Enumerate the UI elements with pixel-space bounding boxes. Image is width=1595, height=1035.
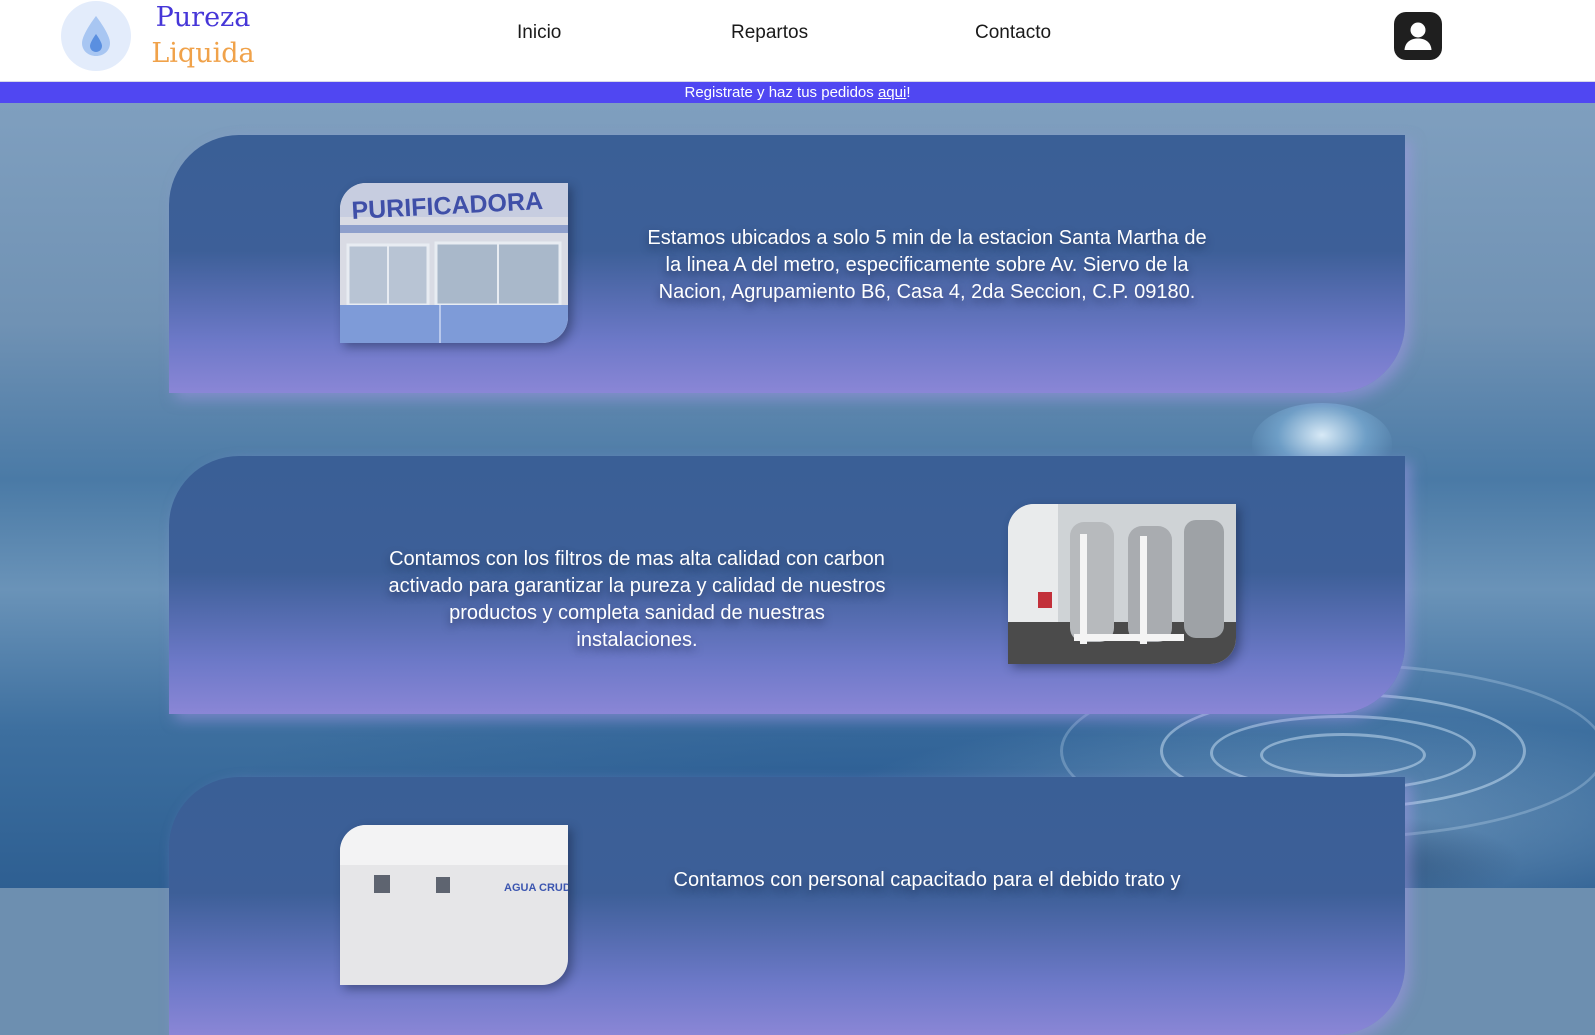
brand-name[interactable]: Pureza Liquida: [148, 0, 258, 72]
info-card-location: PURIFICADORA Estamos ubicados a solo 5 m…: [169, 135, 1405, 393]
card-description: Contamos con personal capacitado para el…: [673, 869, 1181, 891]
storefront-photo: PURIFICADORA: [340, 183, 568, 343]
brand-name-line1: Pureza: [155, 2, 251, 33]
announcement-text: Registrate y haz tus pedidos: [684, 84, 878, 101]
nav-link-contacto[interactable]: Contacto: [975, 22, 1051, 44]
user-account-button[interactable]: [1394, 12, 1442, 60]
card-description: Contamos con los filtros de mas alta cal…: [388, 548, 886, 651]
nav-link-inicio[interactable]: Inicio: [517, 22, 561, 44]
site-header: Pureza Liquida Inicio Repartos Contacto: [0, 0, 1595, 82]
logo-badge[interactable]: [61, 1, 131, 71]
user-account-icon: [1404, 22, 1432, 50]
announcement-bar: Registrate y haz tus pedidos aqui!: [0, 82, 1595, 103]
announcement-link[interactable]: aqui: [878, 84, 906, 101]
water-drop-icon: [82, 16, 110, 56]
plant-interior-photo: AGUA CRUDA: [340, 825, 568, 985]
announcement-suffix: !: [906, 84, 911, 101]
card-description: Estamos ubicados a solo 5 min de la esta…: [647, 227, 1207, 303]
nav-link-repartos[interactable]: Repartos: [731, 22, 808, 44]
brand-name-line2: Liquida: [151, 38, 255, 69]
info-card-filters: Contamos con los filtros de mas alta cal…: [169, 456, 1405, 714]
info-card-staff: AGUA CRUDA Contamos con personal capacit…: [169, 777, 1405, 1035]
filters-photo: [1008, 504, 1236, 664]
plant-sign-text: AGUA CRUDA: [504, 882, 568, 894]
